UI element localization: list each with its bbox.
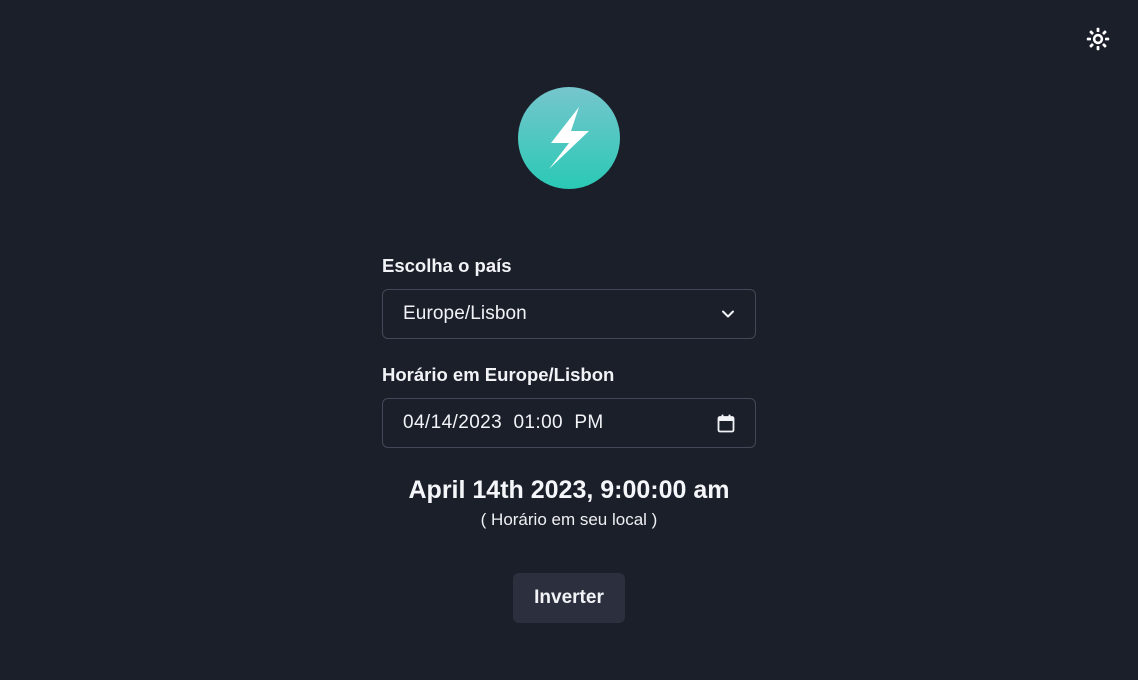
- app-logo: [518, 87, 620, 189]
- converted-time-note: ( Horário em seu local ): [480, 510, 658, 529]
- invert-button[interactable]: Inverter: [513, 573, 625, 623]
- country-select[interactable]: Europe/Lisbon: [382, 289, 756, 339]
- sun-icon: [1086, 27, 1110, 51]
- country-select-value: Europe/Lisbon: [403, 303, 527, 324]
- theme-toggle-button[interactable]: [1086, 27, 1110, 51]
- chevron-down-icon: [722, 310, 734, 318]
- datetime-input[interactable]: 04/14/2023 01:00 PM: [382, 398, 756, 448]
- timezone-form: Escolha o país Europe/Lisbon Horário em …: [382, 252, 756, 448]
- app-page: Escolha o país Europe/Lisbon Horário em …: [0, 0, 1138, 680]
- calendar-icon[interactable]: [717, 414, 735, 433]
- converted-time-value: April 14th 2023, 9:00:00 am: [408, 476, 730, 504]
- datetime-label: Horário em Europe/Lisbon: [382, 364, 615, 385]
- datetime-input-value: 04/14/2023 01:00 PM: [403, 412, 604, 433]
- lightning-bolt-icon: [549, 107, 589, 169]
- converted-time: April 14th 2023, 9:00:00 am ( Horário em…: [0, 474, 1138, 531]
- country-label: Escolha o país: [382, 255, 512, 276]
